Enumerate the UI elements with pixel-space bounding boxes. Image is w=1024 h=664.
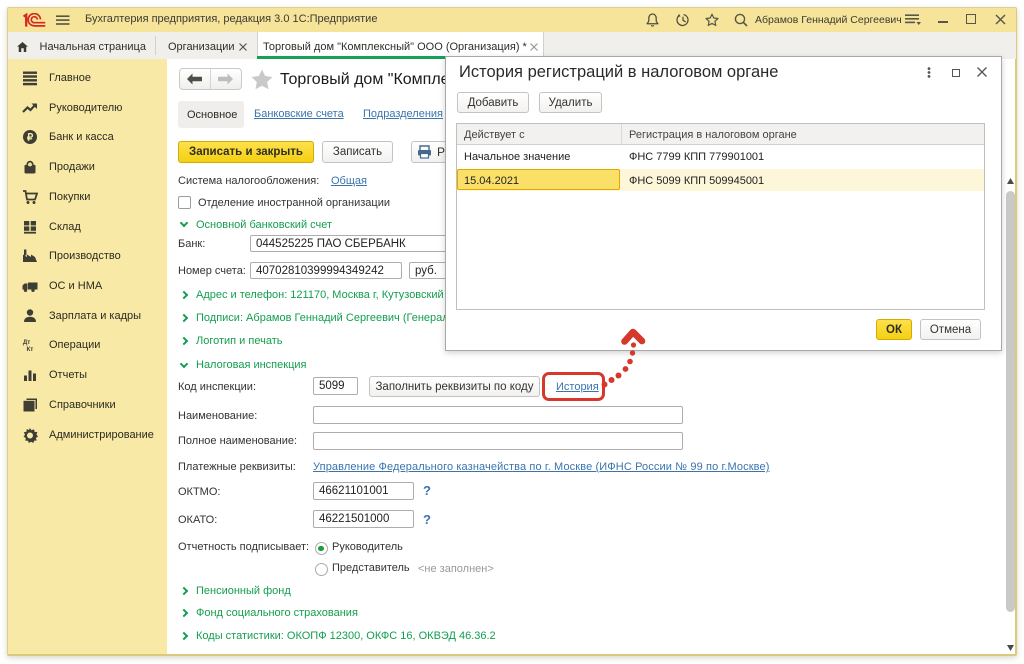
svg-text:Кт: Кт: [26, 347, 33, 354]
svg-text:₽: ₽: [27, 133, 34, 144]
svg-text:Дт: Дт: [23, 339, 30, 346]
